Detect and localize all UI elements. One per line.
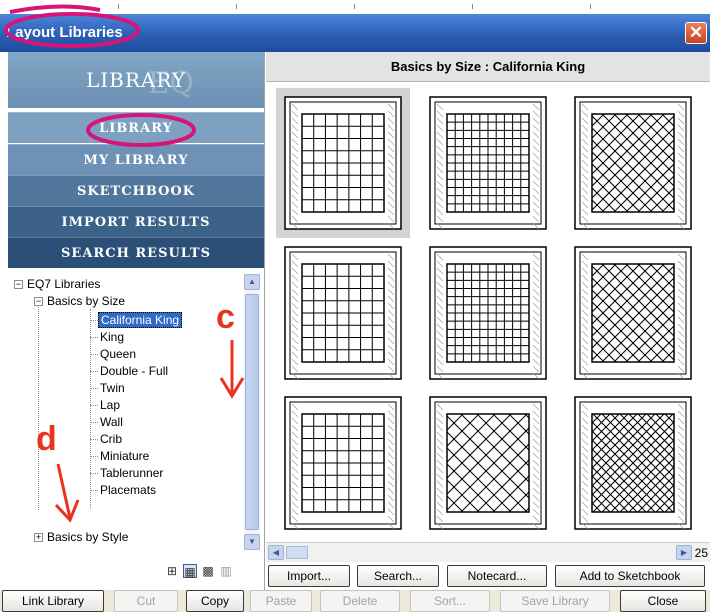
import-button[interactable]: Import...	[268, 565, 350, 587]
tree-item-double-full[interactable]: Double - Full	[100, 364, 168, 379]
nav-my-library-button[interactable]: MY LIBRARY	[8, 144, 264, 175]
layout-thumbnail[interactable]	[276, 238, 410, 388]
nav-search-results-button[interactable]: SEARCH RESULTS	[8, 237, 264, 268]
layout-thumbnail[interactable]	[276, 388, 410, 538]
add-to-sketchbook-button[interactable]: Add to Sketchbook	[555, 565, 705, 587]
page-number: 25	[694, 546, 708, 560]
quilt-layout-icon	[574, 96, 692, 230]
nav-library-button[interactable]: LIBRARY	[8, 112, 264, 143]
tree-item-placemats[interactable]: Placemats	[100, 483, 156, 498]
view-large-icon[interactable]: ⊞	[165, 564, 179, 578]
collapse-icon[interactable]: −	[34, 297, 43, 306]
quilt-layout-icon	[574, 246, 692, 380]
layout-thumbnail[interactable]	[566, 88, 700, 238]
close-button[interactable]: Close	[620, 590, 706, 612]
thumbnail-grid	[266, 82, 710, 542]
annotation-label-d: d	[36, 420, 57, 458]
annotation-label-c: c	[216, 298, 235, 336]
horizontal-scroll-thumb[interactable]	[286, 546, 308, 559]
quilt-layout-icon	[429, 96, 547, 230]
cut-button[interactable]: Cut	[114, 590, 178, 612]
bottom-toolbar: Link Library Cut Copy Paste Delete Sort.…	[0, 590, 710, 612]
tree-item-tablerunner[interactable]: Tablerunner	[100, 466, 163, 481]
tree-scroll-thumb[interactable]	[245, 294, 259, 530]
scroll-down-icon[interactable]: ▼	[244, 534, 260, 550]
quilt-layout-icon	[574, 396, 692, 530]
tree-node-basics-by-style[interactable]: + Basics by Style	[34, 530, 128, 545]
view-small-icon[interactable]: ▩	[201, 564, 215, 578]
quilt-layout-icon	[429, 396, 547, 530]
tree-node-label: Basics by Style	[47, 530, 129, 544]
tree-item-king[interactable]: King	[100, 330, 124, 345]
tree-node-basics-by-size[interactable]: − Basics by Size	[34, 294, 125, 309]
quilt-layout-icon	[284, 96, 402, 230]
quilt-layout-icon	[429, 246, 547, 380]
layout-thumbnail[interactable]	[566, 388, 700, 538]
notecard-button[interactable]: Notecard...	[447, 565, 547, 587]
sort-button[interactable]: Sort...	[410, 590, 490, 612]
library-header-title: LIBRARY	[85, 68, 187, 92]
tree-item-california-king[interactable]: California King	[98, 312, 183, 328]
nav-sketchbook-button[interactable]: SKETCHBOOK	[8, 175, 264, 206]
tree-scrollbar[interactable]: ▲ ▼	[244, 274, 260, 550]
grid-title: Basics by Size : California King	[266, 52, 710, 82]
tree-item-miniature[interactable]: Miniature	[100, 449, 149, 464]
tree-item-wall[interactable]: Wall	[100, 415, 123, 430]
scroll-right-icon[interactable]: ▶	[676, 545, 692, 560]
library-tree: − EQ7 Libraries − Basics by Size Californi…	[8, 272, 244, 550]
tree-item-lap[interactable]: Lap	[100, 398, 120, 413]
scroll-up-icon[interactable]: ▲	[244, 274, 260, 290]
layout-thumbnail[interactable]	[421, 238, 555, 388]
window-title: Layout Libraries	[6, 24, 123, 41]
tree-item-crib[interactable]: Crib	[100, 432, 122, 447]
top-strip	[0, 0, 710, 14]
thumbnail-panel: Basics by Size : California King ◀ ▶ 25	[266, 52, 710, 562]
delete-button[interactable]: Delete	[320, 590, 400, 612]
scroll-left-icon[interactable]: ◀	[268, 545, 284, 560]
tree-node-label: Basics by Size	[47, 294, 126, 308]
copy-button[interactable]: Copy	[186, 590, 244, 612]
layout-thumbnail[interactable]	[421, 88, 555, 238]
quilt-layout-icon	[284, 396, 402, 530]
view-medium-icon[interactable]: ▦	[183, 564, 197, 579]
save-library-button[interactable]: Save Library	[500, 590, 610, 612]
paste-button[interactable]: Paste	[250, 590, 312, 612]
tree-item-twin[interactable]: Twin	[100, 381, 125, 396]
layout-thumbnail[interactable]	[276, 88, 410, 238]
link-library-button[interactable]: Link Library	[2, 590, 104, 612]
title-bar: Layout Libraries ✕	[0, 14, 710, 52]
view-list-icon[interactable]: ▥	[219, 564, 233, 578]
collapse-icon[interactable]: −	[14, 280, 23, 289]
nav-import-results-button[interactable]: IMPORT RESULTS	[8, 206, 264, 237]
tree-item-queen[interactable]: Queen	[100, 347, 136, 362]
expand-icon[interactable]: +	[34, 533, 43, 542]
search-button[interactable]: Search...	[357, 565, 439, 587]
tree-node-label: EQ7 Libraries	[27, 277, 101, 291]
close-window-button[interactable]: ✕	[685, 22, 707, 44]
layout-thumbnail[interactable]	[566, 238, 700, 388]
horizontal-scrollbar[interactable]: ◀ ▶ 25	[266, 542, 710, 562]
layout-thumbnail[interactable]	[421, 388, 555, 538]
library-header: EQ LIBRARY	[8, 52, 264, 108]
tree-node-eq7-libraries[interactable]: − EQ7 Libraries	[14, 277, 100, 292]
quilt-layout-icon	[284, 246, 402, 380]
